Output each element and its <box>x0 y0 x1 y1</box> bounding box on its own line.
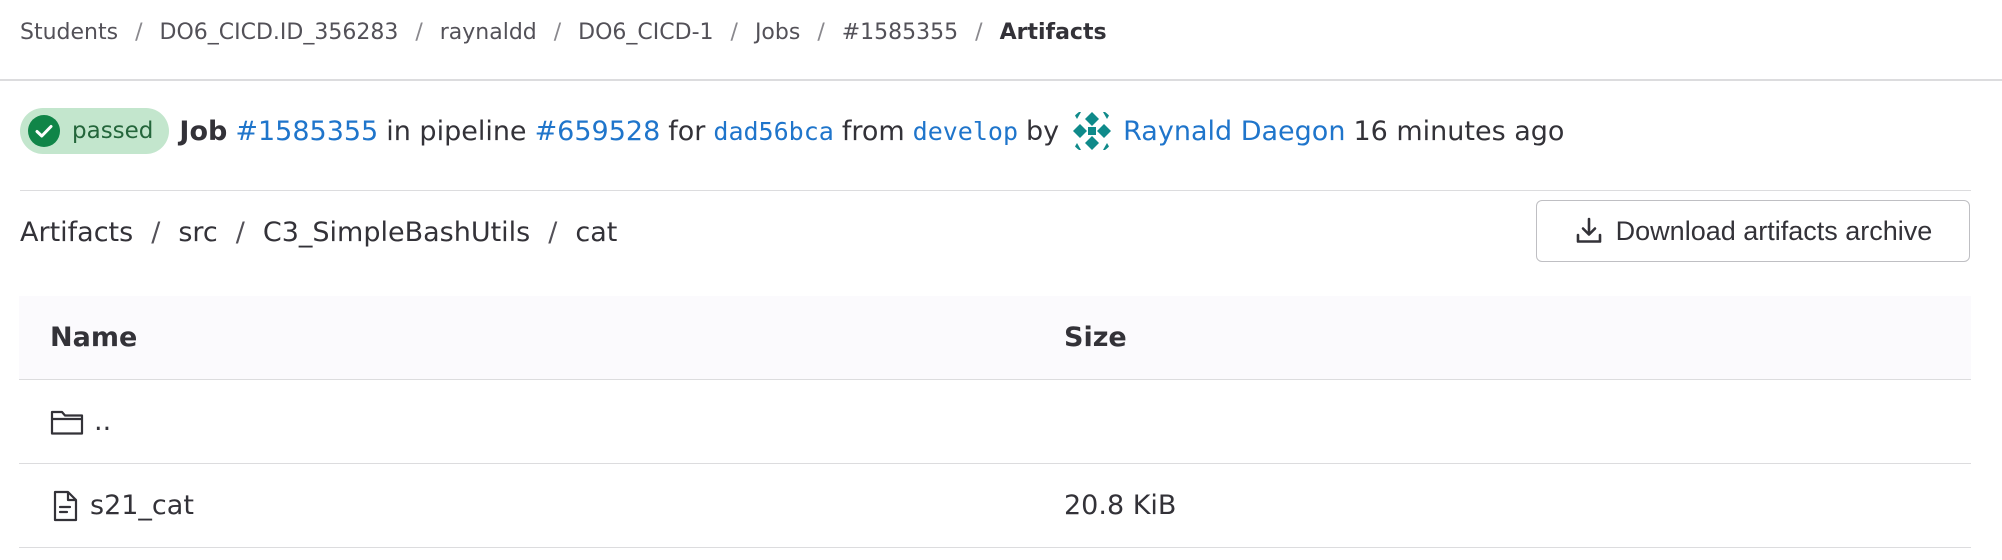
download-artifacts-button[interactable]: Download artifacts archive <box>1536 200 1970 262</box>
breadcrumb-separator: / <box>817 19 825 45</box>
branch-link[interactable]: develop <box>913 117 1018 146</box>
artifacts-path-breadcrumb: Artifacts / src / C3_SimpleBashUtils / c… <box>20 212 617 252</box>
job-artifacts-page: Students / DO6_CICD.ID_356283 / raynaldd… <box>0 0 2002 560</box>
breadcrumb-separator: / <box>553 19 562 45</box>
file-name-link[interactable]: s21_cat <box>90 490 194 521</box>
pipeline-id-link[interactable]: #659528 <box>535 116 661 147</box>
table-row[interactable]: .. <box>19 380 1971 464</box>
path-separator: / <box>548 216 558 248</box>
check-circle-icon <box>28 115 60 147</box>
breadcrumb-separator: / <box>135 19 143 45</box>
job-header: passed Job #1585355 in pipeline #659528 … <box>20 106 1564 156</box>
user-name-link[interactable]: Raynald Daegon <box>1123 116 1345 147</box>
job-id-link[interactable]: #1585355 <box>235 116 378 147</box>
breadcrumb: Students / DO6_CICD.ID_356283 / raynaldd… <box>20 14 1107 50</box>
breadcrumb-separator: / <box>730 19 738 45</box>
name-cell: s21_cat <box>19 490 1064 522</box>
section-divider <box>20 190 1971 191</box>
breadcrumb-item-current: Artifacts <box>999 19 1107 45</box>
breadcrumb-item-students[interactable]: Students <box>20 20 118 45</box>
breadcrumb-item-job[interactable]: #1585355 <box>842 20 958 45</box>
column-header-size: Size <box>1064 322 1127 353</box>
header-divider <box>0 79 2002 81</box>
path-segment-cat[interactable]: cat <box>575 217 617 248</box>
time-ago: 16 minutes ago <box>1353 115 1565 147</box>
path-segment-artifacts[interactable]: Artifacts <box>20 217 133 248</box>
breadcrumb-item-subgroup[interactable]: raynaldd <box>440 20 537 45</box>
column-header-name: Name <box>50 322 138 353</box>
path-segment-project-dir[interactable]: C3_SimpleBashUtils <box>263 217 530 248</box>
breadcrumb-item-group[interactable]: DO6_CICD.ID_356283 <box>160 20 399 45</box>
name-cell: .. <box>19 406 1064 437</box>
in-pipeline-text: in pipeline <box>386 115 527 147</box>
folder-icon <box>50 408 84 436</box>
table-row[interactable]: s21_cat 20.8 KiB <box>19 464 1971 548</box>
download-button-label: Download artifacts archive <box>1615 215 1933 246</box>
by-text: by <box>1026 115 1060 147</box>
download-icon <box>1574 216 1604 246</box>
breadcrumb-item-jobs[interactable]: Jobs <box>755 20 800 45</box>
path-segment-src[interactable]: src <box>178 217 217 248</box>
parent-directory-link[interactable]: .. <box>94 406 111 437</box>
for-text: for <box>668 115 706 147</box>
size-cell: 20.8 KiB <box>1064 490 1177 521</box>
status-label: passed <box>72 118 154 144</box>
artifacts-table: Name Size .. s21_cat 20.8 KiB <box>19 296 1971 548</box>
file-icon <box>50 490 80 522</box>
status-badge[interactable]: passed <box>20 108 170 154</box>
breadcrumb-item-project[interactable]: DO6_CICD-1 <box>578 20 713 45</box>
job-label: Job <box>179 115 228 147</box>
avatar[interactable] <box>1069 108 1116 154</box>
breadcrumb-separator: / <box>975 19 983 45</box>
commit-sha-link[interactable]: dad56bca <box>713 117 833 146</box>
path-separator: / <box>151 216 161 248</box>
from-text: from <box>841 115 905 147</box>
breadcrumb-separator: / <box>415 19 423 45</box>
table-header: Name Size <box>19 296 1971 380</box>
path-separator: / <box>235 216 245 248</box>
